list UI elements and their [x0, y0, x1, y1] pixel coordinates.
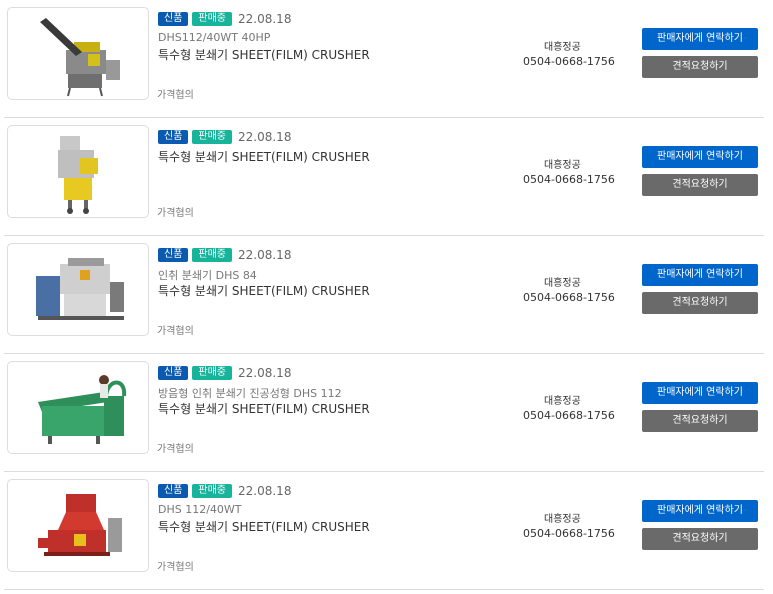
seller-name: 대흥정공 [544, 160, 581, 171]
seller-name: 대흥정공 [544, 396, 581, 407]
product-item: 신품 판매중 22.08.18 DHS 112/40WT 특수형 분쇄기 SHE… [0, 472, 773, 590]
seller-phone: 0504-0668-1756 [523, 527, 615, 540]
request-quote-button[interactable]: 견적요청하기 [642, 410, 758, 432]
request-quote-button[interactable]: 견적요청하기 [642, 292, 758, 314]
seller-phone: 0504-0668-1756 [523, 55, 615, 68]
on-sale-badge: 판매중 [192, 365, 233, 380]
new-badge: 신품 [158, 247, 189, 262]
product-item: 신품 판매중 22.08.18 방음형 인취 분쇄기 진공성형 DHS 112 … [0, 354, 773, 472]
badge-group: 신품 판매중 22.08.18 [158, 11, 291, 26]
product-thumbnail[interactable] [7, 479, 149, 572]
product-price: 가격협의 [157, 326, 194, 337]
on-sale-badge: 판매중 [192, 483, 233, 498]
badge-group: 신품 판매중 22.08.18 [158, 365, 291, 380]
product-model: DHS112/40WT 40HP [158, 31, 271, 44]
new-badge: 신품 [158, 11, 189, 26]
product-thumbnail[interactable] [7, 125, 149, 218]
crusher-machine-image [40, 18, 120, 97]
request-quote-button[interactable]: 견적요청하기 [642, 56, 758, 78]
product-title[interactable]: 특수형 분쇄기 SHEET(FILM) CRUSHER [158, 46, 370, 63]
on-sale-badge: 판매중 [192, 11, 233, 26]
new-badge: 신품 [158, 129, 189, 144]
contact-seller-button[interactable]: 판매자에게 연락하기 [642, 146, 758, 168]
product-thumbnail[interactable] [7, 243, 149, 336]
seller-phone: 0504-0668-1756 [523, 409, 615, 422]
crusher-machine-image [58, 136, 98, 214]
item-divider [4, 589, 764, 590]
product-model: 인취 분쇄기 DHS 84 [158, 269, 257, 282]
product-price: 가격협의 [157, 90, 194, 101]
product-item: 신품 판매중 22.08.18 DHS112/40WT 40HP 특수형 분쇄기… [0, 0, 773, 118]
product-model: 방음형 인취 분쇄기 진공성형 DHS 112 [158, 387, 342, 400]
crusher-machine-image [36, 258, 124, 320]
request-quote-button[interactable]: 견적요청하기 [642, 174, 758, 196]
contact-seller-button[interactable]: 판매자에게 연락하기 [642, 28, 758, 50]
product-thumbnail[interactable] [7, 7, 149, 100]
product-title[interactable]: 특수형 분쇄기 SHEET(FILM) CRUSHER [158, 518, 370, 535]
badge-group: 신품 판매중 22.08.18 [158, 483, 291, 498]
crusher-machine-image [38, 494, 122, 556]
badge-group: 신품 판매중 22.08.18 [158, 247, 291, 262]
badge-group: 신품 판매중 22.08.18 [158, 129, 291, 144]
product-price: 가격협의 [157, 444, 194, 455]
seller-name: 대흥정공 [544, 514, 581, 525]
on-sale-badge: 판매중 [192, 129, 233, 144]
seller-name: 대흥정공 [544, 278, 581, 289]
product-item: 신품 판매중 22.08.18 특수형 분쇄기 SHEET(FILM) CRUS… [0, 118, 773, 236]
listing-date: 22.08.18 [238, 483, 292, 498]
seller-name: 대흥정공 [544, 42, 581, 53]
contact-seller-button[interactable]: 판매자에게 연락하기 [642, 382, 758, 404]
product-title[interactable]: 특수형 분쇄기 SHEET(FILM) CRUSHER [158, 400, 370, 417]
new-badge: 신품 [158, 365, 189, 380]
product-title[interactable]: 특수형 분쇄기 SHEET(FILM) CRUSHER [158, 148, 370, 165]
product-model: DHS 112/40WT [158, 503, 242, 516]
contact-seller-button[interactable]: 판매자에게 연락하기 [642, 264, 758, 286]
on-sale-badge: 판매중 [192, 247, 233, 262]
listing-date: 22.08.18 [238, 129, 292, 144]
product-item: 신품 판매중 22.08.18 인취 분쇄기 DHS 84 특수형 분쇄기 SH… [0, 236, 773, 354]
crusher-machine-image [38, 375, 127, 444]
product-title[interactable]: 특수형 분쇄기 SHEET(FILM) CRUSHER [158, 282, 370, 299]
listing-date: 22.08.18 [238, 247, 292, 262]
request-quote-button[interactable]: 견적요청하기 [642, 528, 758, 550]
seller-phone: 0504-0668-1756 [523, 173, 615, 186]
product-price: 가격협의 [157, 562, 194, 573]
product-price: 가격협의 [157, 208, 194, 219]
new-badge: 신품 [158, 483, 189, 498]
product-thumbnail[interactable] [7, 361, 149, 454]
seller-phone: 0504-0668-1756 [523, 291, 615, 304]
product-list: 신품 판매중 22.08.18 DHS112/40WT 40HP 특수형 분쇄기… [0, 0, 773, 590]
contact-seller-button[interactable]: 판매자에게 연락하기 [642, 500, 758, 522]
listing-date: 22.08.18 [238, 365, 292, 380]
listing-date: 22.08.18 [238, 11, 292, 26]
